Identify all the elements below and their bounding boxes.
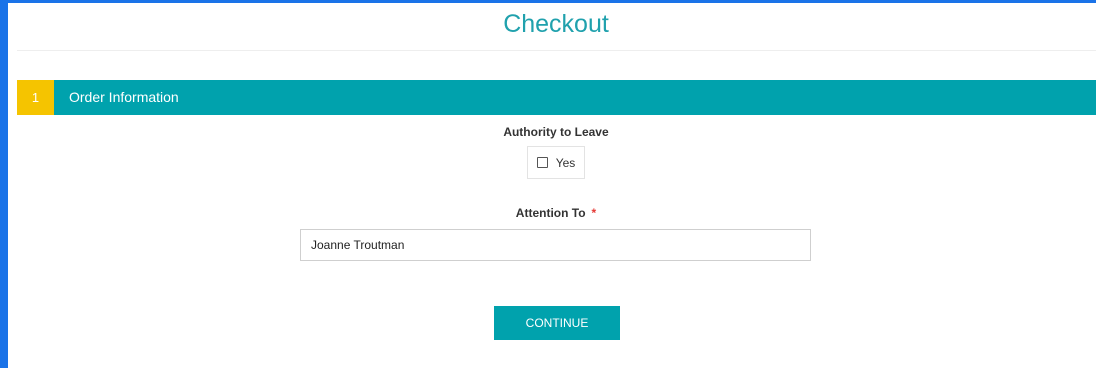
page-title: Checkout (503, 10, 609, 38)
step-label: Order Information (69, 89, 179, 105)
attention-to-label-text: Attention To (515, 206, 586, 220)
window-frame-left (0, 0, 8, 368)
checkbox-square[interactable] (536, 157, 548, 168)
authority-to-leave-label: Authority to Leave (503, 125, 609, 139)
title-divider (17, 50, 1096, 51)
attention-to-label: Attention To * (0, 206, 1096, 220)
step-header-order-information[interactable]: 1 Order Information (17, 80, 1096, 115)
authority-yes-checkbox[interactable]: Yes (527, 146, 585, 179)
attention-to-input[interactable] (300, 229, 811, 261)
continue-button[interactable]: CONTINUE (494, 306, 620, 340)
required-indicator: * (591, 206, 597, 220)
window-frame-top (0, 0, 1096, 3)
step-number-badge: 1 (17, 80, 54, 115)
checkbox-label: Yes (555, 155, 576, 170)
